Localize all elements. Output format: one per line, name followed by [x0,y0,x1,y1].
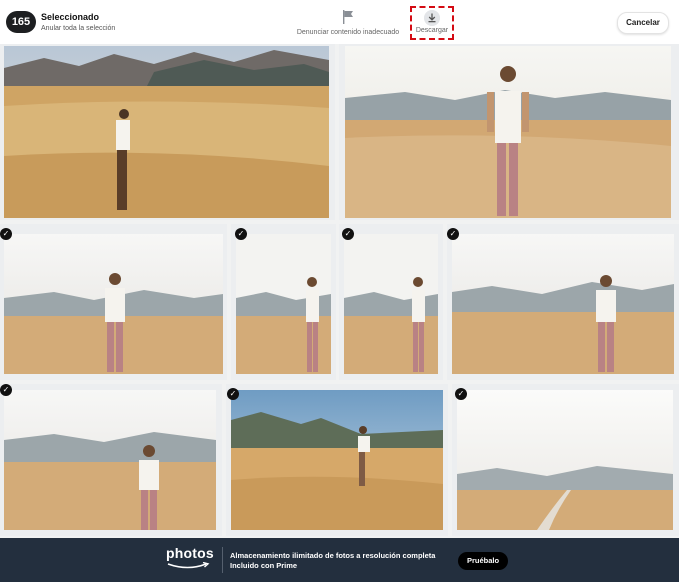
selection-title: Seleccionado [41,12,100,22]
photo-thumbnail [4,234,223,374]
photo-thumbnail [236,234,331,374]
selected-check-icon[interactable]: ✓ [0,384,12,396]
photo-thumbnail [4,390,216,530]
selected-check-icon[interactable]: ✓ [235,228,247,240]
amazon-photos-logo: photos [166,545,216,575]
photo-tile[interactable]: ✓ [339,224,443,380]
selected-count-badge: 165 [6,11,36,33]
photo-thumbnail [344,234,438,374]
selected-check-icon[interactable]: ✓ [455,388,467,400]
photo-thumbnail [231,390,443,530]
try-prime-button[interactable]: Pruébalo [458,552,508,570]
photo-tile[interactable]: ✓ [226,384,448,536]
photo-grid: ✓ ✓ ✓ ✓ ✓ ✓ ✓ [0,44,679,538]
flag-icon [343,10,353,24]
selected-check-icon[interactable]: ✓ [227,388,239,400]
banner-divider [222,547,223,573]
smile-arrow-icon [167,562,210,569]
photo-thumbnail [457,390,673,530]
cancel-button[interactable]: Cancelar [617,12,669,34]
photo-tile[interactable] [339,44,679,220]
promo-subline: Incluido con Prime [230,561,298,570]
photo-tile[interactable]: ✓ [452,384,679,536]
report-content-button[interactable]: Denunciar contenido inadecuado [296,8,400,36]
selected-check-icon[interactable]: ✓ [342,228,354,240]
deselect-all-link[interactable]: Anular toda la selección [41,25,115,32]
download-label: Descargar [415,27,449,34]
photo-tile[interactable]: ✓ [231,224,336,380]
report-content-label: Denunciar contenido inadecuado [296,29,400,36]
photo-tile[interactable] [0,44,335,220]
selected-check-icon[interactable]: ✓ [447,228,459,240]
promo-headline: Almacenamiento ilimitado de fotos a reso… [230,551,436,560]
photo-thumbnail [345,46,671,218]
photo-tile[interactable]: ✓ [0,384,222,536]
photo-tile[interactable]: ✓ [0,224,227,380]
prime-promo-banner: photos Almacenamiento ilimitado de fotos… [0,538,679,582]
download-button[interactable]: Descargar [410,6,454,40]
photo-tile[interactable]: ✓ [447,224,679,380]
selection-toolbar: 165 Seleccionado Anular toda la selecció… [0,0,679,44]
photo-thumbnail [4,46,329,218]
selected-check-icon[interactable]: ✓ [0,228,12,240]
photo-thumbnail [452,234,674,374]
download-icon [424,10,440,26]
brand-name: photos [166,545,214,561]
